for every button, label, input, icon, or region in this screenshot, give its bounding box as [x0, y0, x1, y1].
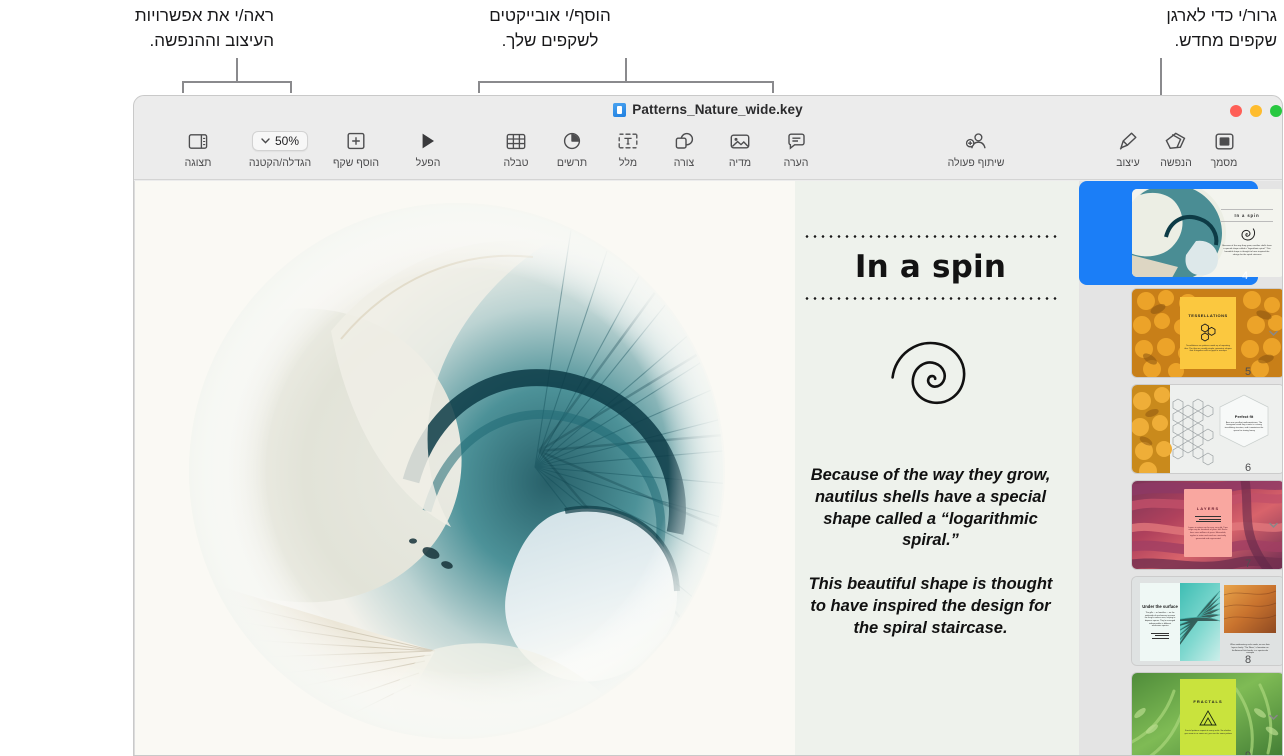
toolbar-label-add-slide: הוסף שקף [332, 157, 380, 169]
navigator-thumbnail-9[interactable]: FRACTALS Fractal patterns repeat at ever… [1079, 669, 1282, 756]
thumbnail-number-9: 9 [1245, 750, 1252, 756]
toolbar-item-view-options[interactable]: תצוגה [168, 129, 228, 171]
toolbar-item-play[interactable]: הפעל [398, 129, 458, 171]
title-divider-bottom [802, 297, 1059, 300]
thumbnail-number-8: 8 [1245, 654, 1252, 666]
thumbnail-title-8: Under the surface [1142, 603, 1178, 609]
collaborate-icon [946, 129, 1006, 153]
toolbar-item-chart[interactable]: תרשים [542, 129, 602, 171]
keynote-window: Patterns_Nature_wide.key מסמך הנפשה עיצו… [133, 95, 1283, 756]
zoom-level-control[interactable]: 50% [240, 129, 320, 153]
thumbnail-title-9: FRACTALS [1193, 698, 1223, 704]
toolbar-label-theme: הנפשה [1160, 157, 1192, 169]
thumbnail-collapse-chevron-5[interactable] [1268, 328, 1279, 339]
document-title: Patterns_Nature_wide.key [632, 102, 803, 117]
chevron-down-icon [261, 138, 270, 144]
play-icon [398, 129, 458, 153]
add-slide-icon [320, 129, 392, 153]
thumbnail-body-9: Fractal patterns repeat at every scale. … [1184, 729, 1232, 735]
thumbnail-image-9[interactable]: FRACTALS Fractal patterns repeat at ever… [1132, 673, 1282, 755]
title-divider-top [802, 235, 1059, 238]
toolbar-item-media[interactable]: מדיה [710, 129, 770, 171]
thumbnail-body-4: Because of the way they grow, nautilus s… [1222, 245, 1272, 256]
thumbnail-hexagons-icon [1201, 323, 1216, 342]
format-paintbrush-icon [1098, 129, 1158, 153]
navigator-thumbnail-5[interactable]: TESSELLATIONS Tessellations are patterns… [1079, 285, 1282, 381]
toolbar-item-format[interactable]: עיצוב [1098, 129, 1158, 171]
slide-canvas[interactable]: In a spin Because of the way they grow, … [134, 181, 1079, 755]
thumbnail-collapse-chevron-9[interactable] [1268, 712, 1279, 723]
thumbnail-body-7: Layers in nature can be very, very old. … [1188, 526, 1228, 540]
toolbar-label-chart: תרשים [556, 157, 588, 169]
thumbnail-title-7: LAYERS [1196, 505, 1220, 511]
nautilus-shell-photo[interactable] [135, 181, 795, 755]
toolbar-label-shape: צורה [673, 157, 695, 169]
leader-line-objects [478, 58, 774, 96]
callout-design-options: ראה/י את אפשרויות העיצוב וההנפשה. [134, 6, 274, 50]
thumbnail-image-5[interactable]: TESSELLATIONS Tessellations are patterns… [1132, 289, 1282, 377]
thumbnail-image-8[interactable]: Under the surface The gills — or lamella… [1132, 577, 1282, 665]
toolbar-label-text: מלל [618, 157, 638, 169]
window-titlebar: Patterns_Nature_wide.key [134, 96, 1282, 125]
callout-add-objects: הוסף/י אובייקטים לשקפים שלך. [489, 6, 611, 50]
toolbar-label-view-options: תצוגה [184, 157, 212, 169]
toolbar-item-collaborate[interactable]: שיתוף פעולה [946, 129, 1006, 171]
thumbnail-spiral-icon [1241, 228, 1256, 241]
toolbar-label-table: טבלה [503, 157, 529, 169]
thumbnail-collapse-chevron-7[interactable] [1268, 520, 1279, 531]
toolbar-label-media: מדיה [728, 157, 752, 169]
navigator-thumbnail-7[interactable]: LAYERS Layers in nature can be very, ver… [1079, 477, 1282, 573]
slide-surface[interactable]: In a spin Because of the way they grow, … [135, 181, 1079, 755]
toolbar-item-text[interactable]: מלל [598, 129, 658, 171]
slide-title[interactable]: In a spin [855, 249, 1006, 285]
toolbar-item-table[interactable]: טבלה [486, 129, 546, 171]
toolbar-label-comment: הערה [783, 157, 809, 169]
toolbar-item-shape[interactable]: צורה [654, 129, 714, 171]
thumbnail-number-6: 6 [1245, 462, 1252, 474]
chart-icon [542, 129, 602, 153]
navigator-thumbnail-6[interactable]: Perfect fit Bees are excellent mathemati… [1079, 381, 1282, 477]
thumbnail-image-6[interactable]: Perfect fit Bees are excellent mathemati… [1132, 385, 1282, 473]
thumbnail-title-5: TESSELLATIONS [1188, 312, 1228, 318]
media-icon [710, 129, 770, 153]
thumbnail-wavy-lines-icon [1195, 515, 1221, 524]
slide-paragraph-1[interactable]: Because of the way they grow, nautilus s… [806, 465, 1056, 552]
thumbnail-body-6: Bees are excellent mathematicians. The h… [1224, 421, 1264, 432]
toolbar-label-view: מסמך [1210, 157, 1238, 169]
slide-paragraph-2[interactable]: This beautiful shape is thought to have … [806, 574, 1056, 639]
shape-icon [654, 129, 714, 153]
thumbnail-image-4[interactable]: In a spin Because of the way they grow, … [1132, 189, 1282, 277]
toolbar-item-comment[interactable]: הערה [766, 129, 826, 171]
main-toolbar[interactable]: מסמך הנפשה עיצוב שיתוף פעולה הערה מדיה צ… [134, 125, 1282, 180]
thumbnail-body-5: Tessellations are patterns made up of re… [1184, 344, 1232, 353]
thumbnail-number-5: 5 [1245, 366, 1252, 378]
toolbar-item-zoom[interactable]: 50% הגדלה/הקטנה [240, 129, 320, 171]
thumbnail-body-8: The gills — or lamellae — on the undersi… [1144, 611, 1176, 628]
toolbar-label-play: הפעל [415, 157, 441, 169]
leader-line-design [182, 58, 292, 96]
thumbnail-number-4: 4 [1242, 270, 1249, 282]
thumbnail-title-6: Perfect fit [1234, 413, 1254, 419]
thumbnail-triangle-fractal-icon [1199, 709, 1217, 726]
toolbar-label-zoom: הגדלה/הקטנה [248, 157, 312, 169]
callout-organize-slides: גרור/י כדי לארגן שקפים מחדש. [1166, 6, 1277, 50]
view-options-icon [168, 129, 228, 153]
table-icon [486, 129, 546, 153]
logarithmic-spiral-graphic[interactable] [872, 326, 990, 429]
navigator-thumbnail-8[interactable]: Under the surface The gills — or lamella… [1079, 573, 1282, 669]
comment-icon [766, 129, 826, 153]
toolbar-label-format: עיצוב [1116, 157, 1140, 169]
toolbar-item-add-slide[interactable]: הוסף שקף [320, 129, 392, 171]
text-box-icon [598, 129, 658, 153]
thumbnail-image-7[interactable]: LAYERS Layers in nature can be very, ver… [1132, 481, 1282, 569]
slide-navigator[interactable]: In a spin Because of the way they grow, … [1079, 181, 1282, 756]
navigator-thumbnail-4[interactable]: In a spin Because of the way they grow, … [1079, 181, 1282, 285]
slide-text-column: In a spin Because of the way they grow, … [782, 181, 1079, 755]
keynote-document-icon [613, 102, 627, 117]
thumbnail-number-7: 7 [1245, 558, 1252, 570]
toolbar-label-collaborate: שיתוף פעולה [947, 157, 1005, 169]
document-title-group[interactable]: Patterns_Nature_wide.key [134, 102, 1282, 117]
zoom-level-value: 50% [274, 134, 300, 148]
thumbnail-title-4: In a spin [1234, 213, 1260, 219]
